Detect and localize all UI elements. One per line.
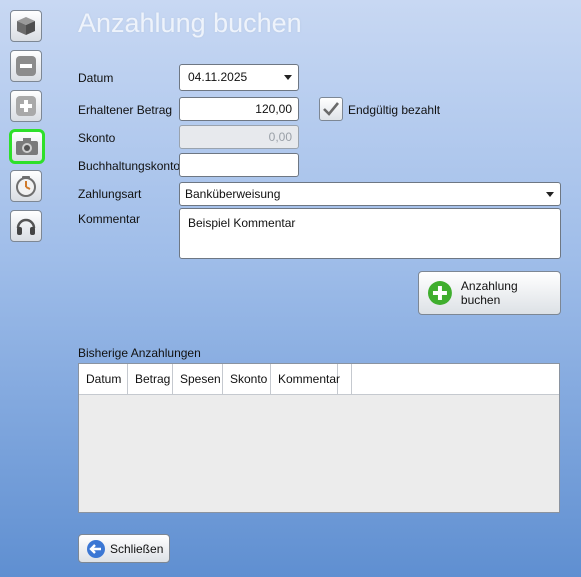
konto-input[interactable] xyxy=(179,153,299,177)
endgueltig-checkbox[interactable] xyxy=(319,97,343,121)
column-header-datum[interactable]: Datum xyxy=(79,364,128,394)
headset-icon xyxy=(16,218,36,235)
toolbar-payment-button[interactable] xyxy=(9,129,45,164)
clock-icon xyxy=(16,176,36,197)
close-button[interactable]: Schließen xyxy=(78,534,170,563)
column-header-kommentar[interactable]: Kommentar xyxy=(271,364,340,394)
kommentar-label: Kommentar xyxy=(78,212,141,226)
close-label: Schließen xyxy=(110,541,164,556)
datum-date-picker[interactable]: 04.11.2025 xyxy=(179,64,299,91)
betrag-label: Erhaltener Betrag xyxy=(78,103,173,117)
checkmark-icon xyxy=(323,102,339,116)
toolbar-box-button[interactable] xyxy=(10,10,42,42)
zahlungsart-value: Banküberweisung xyxy=(185,187,281,201)
zahlungsart-select[interactable]: Banküberweisung xyxy=(179,182,561,206)
column-header-spacer xyxy=(338,364,352,394)
history-table[interactable]: Datum Betrag Spesen Skonto Kommentar xyxy=(78,363,560,513)
back-arrow-icon xyxy=(87,539,105,558)
datum-label: Datum xyxy=(78,71,114,85)
anzahlung-buchen-label: Anzahlung buchen xyxy=(460,279,518,307)
history-label: Bisherige Anzahlungen xyxy=(78,346,201,360)
chevron-down-icon[interactable] xyxy=(278,65,298,90)
column-header-spesen[interactable]: Spesen xyxy=(173,364,223,394)
toolbar-support-button[interactable] xyxy=(10,210,42,242)
box-icon xyxy=(17,17,35,35)
datum-value: 04.11.2025 xyxy=(188,70,248,84)
column-header-skonto[interactable]: Skonto xyxy=(223,364,271,394)
konto-label: Buchhaltungskonto xyxy=(78,159,181,173)
betrag-input[interactable]: 120,00 xyxy=(179,97,299,121)
minus-icon xyxy=(16,56,36,76)
plus-icon xyxy=(16,96,36,116)
toolbar-remove-button[interactable] xyxy=(10,50,42,82)
anzahlung-buchen-button[interactable]: Anzahlung buchen xyxy=(418,271,561,315)
kommentar-textarea[interactable]: Beispiel Kommentar xyxy=(179,208,561,259)
column-header-betrag[interactable]: Betrag xyxy=(128,364,173,394)
endgueltig-label: Endgültig bezahlt xyxy=(348,103,441,117)
page-title: Anzahlung buchen xyxy=(78,8,302,38)
chevron-down-icon[interactable] xyxy=(540,183,560,205)
skonto-label: Skonto xyxy=(78,131,116,145)
toolbar-history-button[interactable] xyxy=(10,170,42,202)
skonto-input: 0,00 xyxy=(179,125,299,149)
add-circle-icon xyxy=(427,281,452,305)
zahlungsart-label: Zahlungsart xyxy=(78,187,142,201)
toolbar-add-button[interactable] xyxy=(10,90,42,122)
camera-icon xyxy=(16,137,38,155)
history-table-header: Datum Betrag Spesen Skonto Kommentar xyxy=(79,364,559,395)
